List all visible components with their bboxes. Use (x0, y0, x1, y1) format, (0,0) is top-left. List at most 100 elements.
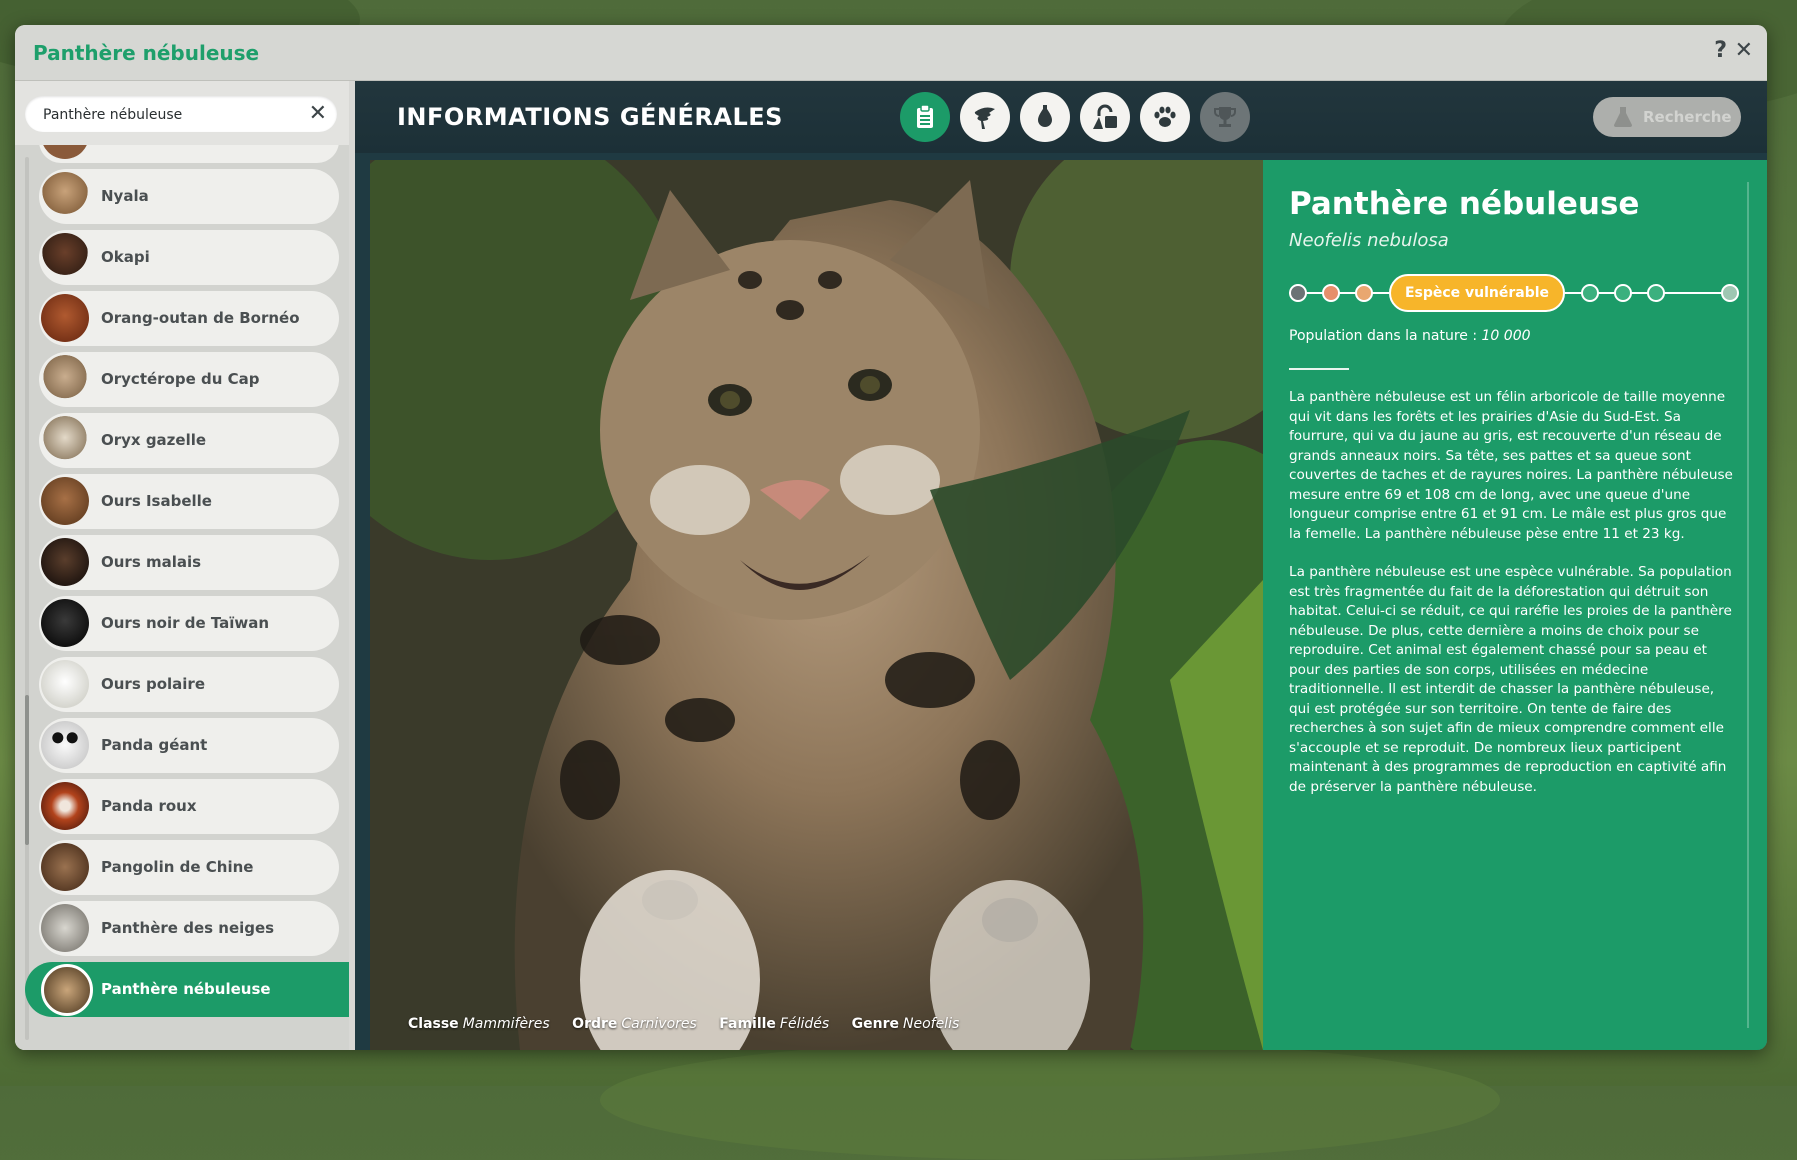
tab-behaviour[interactable] (1140, 92, 1190, 142)
population-label: Population dans la nature : (1289, 328, 1478, 344)
species-description: La panthère nébuleuse est un félin arbor… (1289, 388, 1739, 816)
list-item-label: Ours Isabelle (101, 492, 212, 510)
status-dot-domesticated (1647, 284, 1665, 302)
sun-bear-icon (41, 538, 89, 586)
list-scrollbar-track[interactable] (25, 157, 29, 1040)
clouded-leopard-icon (41, 964, 93, 1016)
list-item-partial[interactable] (39, 145, 339, 163)
water-drop-icon (1038, 105, 1052, 127)
list-item-ours-isabelle[interactable]: Ours Isabelle (39, 474, 339, 529)
list-item-ours-noir[interactable]: Ours noir de Taïwan (39, 596, 339, 651)
list-item-oryx[interactable]: Oryx gazelle (39, 413, 339, 468)
tab-general-info[interactable] (900, 92, 950, 142)
status-dot-unknown (1721, 284, 1739, 302)
status-dot-near-threatened (1581, 284, 1599, 302)
list-item-ours-malais[interactable]: Ours malais (39, 535, 339, 590)
list-item-panda-geant[interactable]: Panda géant (39, 718, 339, 773)
list-item-label: Ours polaire (101, 675, 205, 693)
main-header: INFORMATIONS GÉNÉRALES Recherche (355, 81, 1767, 153)
list-item-ours-polaire[interactable]: Ours polaire (39, 657, 339, 712)
status-dot-least-concern (1614, 284, 1632, 302)
taxo-famille: Félidés (779, 1016, 830, 1032)
taxo-ordre-label: Ordre (572, 1016, 618, 1032)
list-scrollbar-thumb[interactable] (25, 695, 29, 845)
list-item-label: Orang-outan de Bornéo (101, 309, 300, 327)
search-box: ✕ (25, 96, 337, 134)
red-panda-icon (41, 782, 89, 830)
encyclopedia-window: Panthère nébuleuse ? ✕ ✕ Nyala Okapi (15, 25, 1767, 1050)
description-paragraph: La panthère nébuleuse est un félin arbor… (1289, 389, 1733, 542)
flask-icon (1614, 107, 1632, 127)
list-item-aardvark[interactable]: Oryctérope du Cap (39, 352, 339, 407)
window-title: Panthère nébuleuse (33, 41, 260, 65)
population: Population dans la nature : 10 000 (1289, 328, 1531, 344)
status-dot-extinct (1289, 284, 1307, 302)
taxonomy-line: Classe Mammifères Ordre Carnivores Famille… (408, 1016, 977, 1032)
list-item-orangutan[interactable]: Orang-outan de Bornéo (39, 291, 339, 346)
info-panel: Panthère nébuleuse Neofelis nebulosa Esp… (1263, 160, 1767, 1050)
clouded-leopard-image (370, 160, 1263, 1050)
list-item-label: Panthère nébuleuse (101, 980, 271, 998)
search-input[interactable] (41, 96, 295, 134)
species-list[interactable]: Nyala Okapi Orang-outan de Bornéo Orycté… (15, 145, 349, 1050)
pangolin-icon (41, 843, 89, 891)
polar-bear-icon (41, 660, 89, 708)
status-dot-critical (1322, 284, 1340, 302)
snow-leopard-icon (41, 904, 89, 952)
orangutan-icon (41, 294, 89, 342)
section-title: INFORMATIONS GÉNÉRALES (397, 103, 783, 131)
tree-icon (974, 107, 995, 129)
taxo-famille-label: Famille (719, 1016, 776, 1032)
status-dot-endangered (1355, 284, 1373, 302)
population-value: 10 000 (1481, 328, 1531, 344)
description-paragraph: La panthère nébuleuse est une espèce vul… (1289, 564, 1732, 795)
list-item-label: Oryx gazelle (101, 431, 207, 449)
research-button[interactable]: Recherche (1593, 97, 1741, 137)
nyala-icon (41, 172, 89, 220)
tab-achievements[interactable] (1200, 92, 1250, 142)
black-bear-icon (41, 599, 89, 647)
species-latin-name: Neofelis nebulosa (1289, 230, 1449, 251)
clipboard-icon (917, 104, 933, 128)
list-item-label: Panda roux (101, 797, 197, 815)
taxo-classe-label: Classe (408, 1016, 459, 1032)
main-panel: INFORMATIONS GÉNÉRALES Recherche Classe … (355, 81, 1767, 1050)
list-item-label: Ours malais (101, 553, 202, 571)
paw-icon (1154, 106, 1176, 127)
animal-photo: Classe Mammifères Ordre Carnivores Famille… (370, 160, 1263, 1050)
list-item-label: Okapi (101, 248, 150, 266)
animal-avatar (41, 145, 89, 159)
research-label: Recherche (1643, 108, 1732, 126)
list-item-panthere-nebuleuse[interactable]: Panthère nébuleuse (25, 962, 349, 1017)
species-name: Panthère nébuleuse (1289, 186, 1640, 222)
trophy-icon (1214, 107, 1236, 127)
list-item-nyala[interactable]: Nyala (39, 169, 339, 224)
info-scrollbar[interactable] (1747, 182, 1749, 1028)
status-badge: Espèce vulnérable (1389, 274, 1565, 312)
species-sidebar: ✕ Nyala Okapi Orang-outan de Bornéo (15, 81, 349, 1050)
title-bar: Panthère nébuleuse ? ✕ (15, 25, 1767, 81)
list-item-label: Panthère des neiges (101, 919, 275, 937)
background-grass (600, 1040, 1500, 1160)
taxo-classe: Mammifères (462, 1016, 550, 1032)
conservation-status-scale: Espèce vulnérable (1289, 274, 1739, 314)
list-item-label: Nyala (101, 187, 149, 205)
oryx-icon (41, 416, 89, 464)
list-item-label: Oryctérope du Cap (101, 370, 260, 388)
taxo-genre: Neofelis (902, 1016, 960, 1032)
help-button[interactable]: ? (1714, 39, 1727, 63)
list-item-panthere-neiges[interactable]: Panthère des neiges (39, 901, 339, 956)
tab-enrichment[interactable] (1080, 92, 1130, 142)
clear-search-button[interactable]: ✕ (309, 102, 327, 126)
tab-habitat[interactable] (960, 92, 1010, 142)
list-item-okapi[interactable]: Okapi (39, 230, 339, 285)
bear-icon (41, 477, 89, 525)
close-window-button[interactable]: ✕ (1735, 39, 1753, 63)
taxo-genre-label: Genre (851, 1016, 899, 1032)
taxo-ordre: Carnivores (621, 1016, 697, 1032)
tab-biome[interactable] (1020, 92, 1070, 142)
list-item-label: Pangolin de Chine (101, 858, 254, 876)
list-item-pangolin[interactable]: Pangolin de Chine (39, 840, 339, 895)
list-item-panda-roux[interactable]: Panda roux (39, 779, 339, 834)
panda-icon (41, 721, 89, 769)
